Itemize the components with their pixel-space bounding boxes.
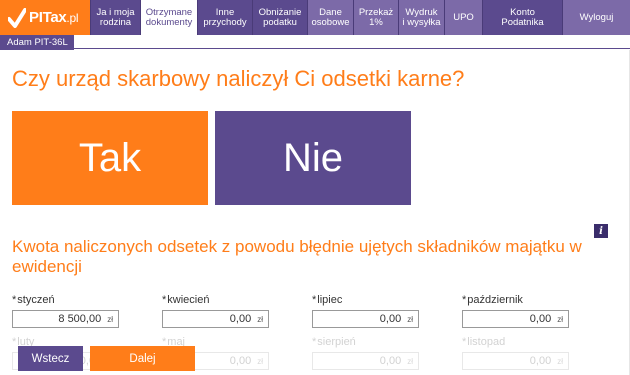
top-navigation: PITax.pl Ja i moja rodzina Otrzymane dokum… — [0, 0, 630, 35]
nav-item-print-send[interactable]: Wydruk i wysyłka — [398, 0, 444, 35]
amount-input[interactable]: 8 500,00 zł — [12, 310, 119, 328]
back-button[interactable]: Wstecz — [18, 346, 83, 371]
answer-no-button[interactable]: Nie — [215, 111, 411, 205]
amount-input[interactable]: 0,00zł — [312, 352, 419, 370]
field-april: *kwiecień 0,00 zł — [162, 294, 322, 328]
nav-item-family[interactable]: Ja i moja rodzina — [90, 0, 140, 35]
nav-item-taxpayer-account[interactable]: Konto Podatnika — [482, 0, 562, 35]
amount-input[interactable]: 0,00zł — [312, 310, 419, 328]
nav-item-upo[interactable]: UPO — [444, 0, 482, 35]
amount-input[interactable]: 0,00zł — [462, 310, 569, 328]
field-label: październik — [467, 294, 523, 306]
section-title: Kwota naliczonych odsetek z powodu błędn… — [12, 237, 582, 276]
checkmark-icon — [7, 7, 27, 28]
nav-item-logout[interactable]: Wyloguj — [562, 0, 630, 35]
field-label: lipiec — [317, 294, 343, 306]
field-label: styczeń — [17, 294, 55, 306]
pitax-logo[interactable]: PITax.pl — [0, 0, 90, 35]
answer-yes-button[interactable]: Tak — [12, 111, 208, 205]
field-label: sierpień — [317, 336, 356, 348]
nav-item-documents[interactable]: Otrzymane dokumenty — [140, 0, 197, 35]
next-button[interactable]: Dalej — [90, 346, 195, 371]
question-heading: Czy urząd skarbowy naliczył Ci odsetki k… — [12, 66, 465, 91]
nav-item-other-income[interactable]: Inne przychody — [197, 0, 252, 35]
field-january: *styczeń 8 500,00 zł — [12, 294, 172, 328]
profile-tab[interactable]: Adam PIT-36L — [0, 35, 74, 50]
brand-name: PITax.pl — [29, 9, 79, 26]
nav-item-one-percent[interactable]: Przekaż 1% — [353, 0, 398, 35]
field-october: *październik 0,00 zł — [462, 294, 622, 328]
profile-bar — [0, 35, 630, 49]
nav-item-personal-data[interactable]: Dane osobowe — [307, 0, 353, 35]
amount-input[interactable]: 0,00zł — [162, 310, 269, 328]
field-label: listopad — [467, 336, 506, 348]
field-label: kwiecień — [167, 294, 210, 306]
field-july: *lipiec 0,00 zł — [312, 294, 472, 328]
info-icon[interactable]: i — [594, 224, 608, 238]
field-august: *sierpień 0,00 zł — [312, 336, 472, 370]
nav-item-tax-reduction[interactable]: Obniżanie podatku — [252, 0, 307, 35]
amount-input[interactable]: 0,00zł — [462, 352, 569, 370]
field-november: *listopad 0,00 zł — [462, 336, 622, 370]
